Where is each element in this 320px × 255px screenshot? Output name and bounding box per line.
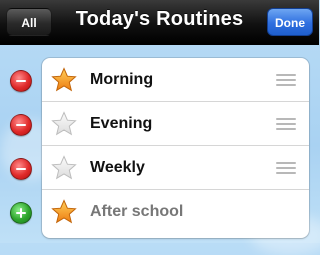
minus-circle-icon — [16, 80, 26, 82]
routine-label: Evening — [90, 115, 153, 132]
delete-weekly-button[interactable] — [10, 158, 32, 180]
add-after-school-button[interactable] — [10, 202, 32, 224]
reorder-grip-icon[interactable] — [276, 118, 296, 130]
list-item-after-school[interactable]: After school — [42, 190, 309, 234]
list-item-weekly[interactable]: Weekly — [42, 146, 309, 190]
star-filled-icon[interactable] — [51, 67, 77, 93]
delete-morning-button[interactable] — [10, 70, 32, 92]
done-button[interactable]: Done — [267, 8, 313, 36]
star-filled-icon[interactable] — [51, 199, 77, 225]
reorder-grip-icon[interactable] — [276, 162, 296, 174]
minus-circle-icon — [16, 168, 26, 170]
reorder-grip-icon[interactable] — [276, 74, 296, 86]
routine-label: After school — [90, 203, 184, 220]
navigation-bar: All Today's Routines Done — [0, 0, 319, 45]
delete-evening-button[interactable] — [10, 114, 32, 136]
routine-list: Morning Evening Weekly After school — [42, 58, 309, 238]
routine-label: Weekly — [90, 159, 145, 176]
star-empty-icon[interactable] — [51, 155, 77, 181]
list-item-morning[interactable]: Morning — [42, 58, 309, 102]
star-empty-icon[interactable] — [51, 111, 77, 137]
minus-circle-icon — [16, 124, 26, 126]
list-item-evening[interactable]: Evening — [42, 102, 309, 146]
routine-label: Morning — [90, 71, 154, 88]
